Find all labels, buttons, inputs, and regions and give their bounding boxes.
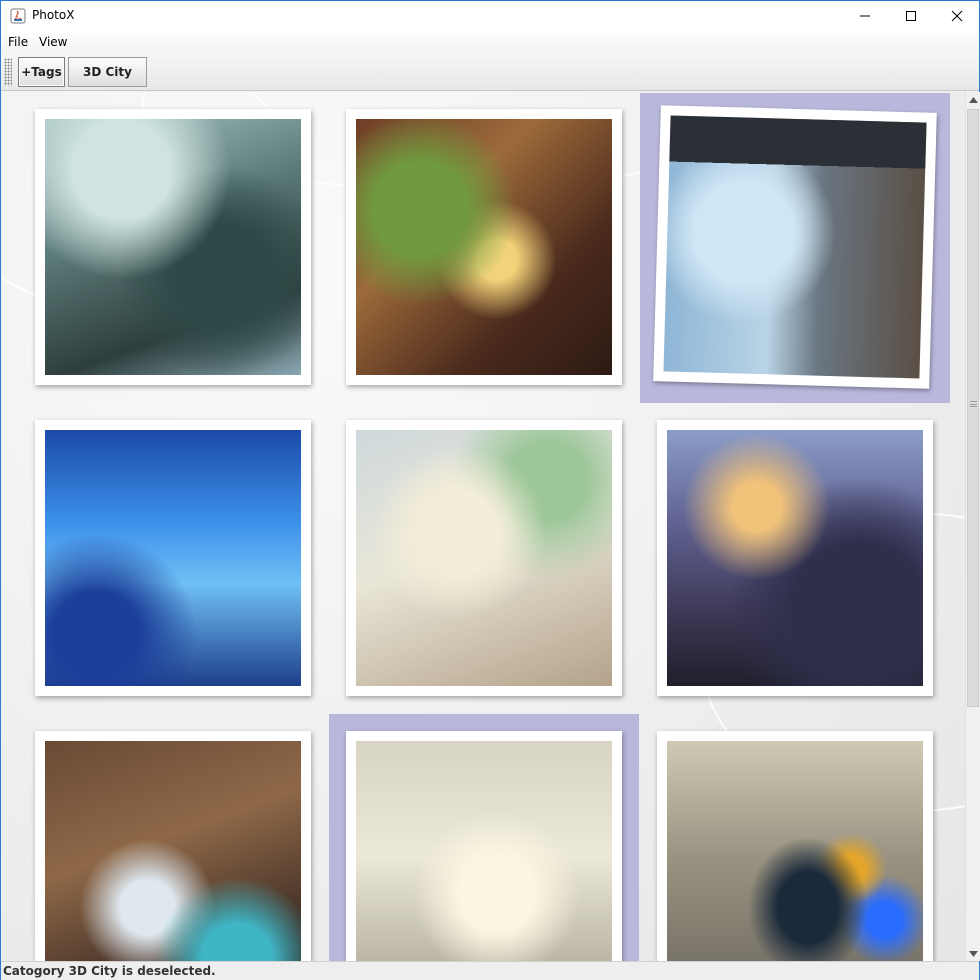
toolbar: +Tags 3D City — [1, 53, 979, 91]
maximize-icon — [906, 11, 916, 21]
window-view-city-image — [663, 115, 927, 379]
title-bar[interactable]: PhotoX — [1, 1, 979, 31]
menu-file[interactable]: File — [8, 35, 28, 49]
photo-thumbnail[interactable] — [346, 109, 622, 385]
photo-gallery[interactable] — [2, 92, 965, 961]
minimize-icon — [860, 15, 870, 17]
photo-thumbnail-selected[interactable] — [653, 105, 937, 389]
photo-thumbnail[interactable] — [35, 109, 311, 385]
fantasy-night-city-image — [667, 430, 923, 686]
photo-thumbnail[interactable] — [35, 731, 311, 961]
menu-bar: File View — [1, 31, 979, 53]
arrow-up-icon — [969, 96, 978, 103]
girl-on-balcony-image — [356, 430, 612, 686]
close-button[interactable] — [934, 1, 980, 31]
vertical-scrollbar[interactable] — [965, 92, 980, 961]
category-3d-city-button[interactable]: 3D City — [68, 57, 147, 87]
thumb-grip-icon — [970, 401, 977, 407]
status-bar: Catogory 3D City is deselected. — [1, 961, 979, 980]
messy-room-image — [45, 741, 301, 961]
steampunk-city-image — [45, 119, 301, 375]
photo-thumbnail[interactable] — [657, 731, 933, 961]
toolbar-grip-handle[interactable] — [4, 58, 12, 86]
spaceship-clouds-image — [667, 741, 923, 961]
photo-thumbnail-selected[interactable] — [346, 731, 622, 961]
menu-view[interactable]: View — [39, 35, 67, 49]
library-room-image — [356, 119, 612, 375]
close-icon — [951, 10, 963, 22]
scroll-down-button[interactable] — [966, 946, 980, 961]
photo-thumbnail[interactable] — [346, 420, 622, 696]
app-window: PhotoX File View +Tags 3D City Catogory … — [0, 0, 980, 980]
sketched-city-image — [356, 741, 612, 961]
upside-down-city-image — [45, 430, 301, 686]
photo-thumbnail[interactable] — [657, 420, 933, 696]
status-message: Catogory 3D City is deselected. — [3, 964, 216, 978]
arrow-down-icon — [969, 950, 978, 957]
maximize-button[interactable] — [888, 1, 934, 31]
scrollbar-thumb[interactable] — [967, 109, 979, 707]
minimize-button[interactable] — [842, 1, 888, 31]
scroll-up-button[interactable] — [966, 92, 980, 107]
java-app-icon — [10, 8, 26, 24]
window-title: PhotoX — [32, 8, 75, 22]
add-tags-button[interactable]: +Tags — [18, 57, 65, 87]
photo-thumbnail[interactable] — [35, 420, 311, 696]
